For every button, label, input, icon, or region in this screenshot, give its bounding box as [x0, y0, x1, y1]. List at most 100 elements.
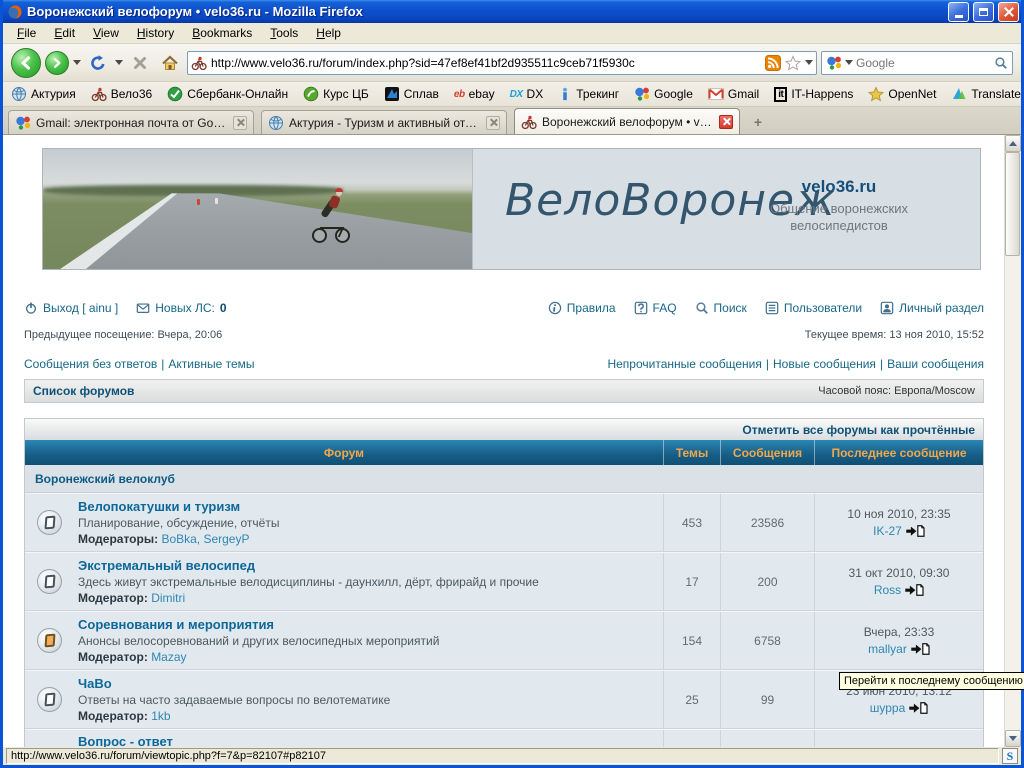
- active-topics-link[interactable]: Активные темы: [168, 357, 254, 371]
- last-post-date: 31 окт 2010, 09:30: [849, 565, 950, 582]
- unread-posts-link[interactable]: Непрочитанные сообщения: [607, 357, 761, 371]
- back-button[interactable]: [11, 48, 41, 78]
- members-link[interactable]: Пользователи: [765, 301, 862, 315]
- location-bar[interactable]: [187, 51, 817, 75]
- last-post-user-link[interactable]: IK-27: [873, 523, 902, 540]
- tab-close-button[interactable]: [233, 116, 247, 130]
- maximize-button[interactable]: [973, 2, 994, 22]
- forum-header-banner: ВелоВоронеж velo36.ru Общение воронежски…: [42, 148, 981, 270]
- last-post-user-link[interactable]: mallyar: [868, 641, 907, 658]
- forum-link[interactable]: Велопокатушки и туризм: [78, 499, 279, 515]
- tab-close-button[interactable]: [486, 116, 500, 130]
- category-link[interactable]: Воронежский велоклуб: [35, 472, 175, 486]
- bookmark-dx[interactable]: DXDX: [510, 87, 544, 101]
- stop-button[interactable]: [127, 50, 153, 76]
- forum-read-icon: [37, 687, 62, 712]
- goto-last-post-tooltip: Перейти к последнему сообщению: [839, 672, 1024, 690]
- bookmark-star-icon[interactable]: [785, 55, 801, 71]
- bookmark-ebay[interactable]: ebebay: [454, 87, 495, 101]
- scroll-up-button[interactable]: [1005, 135, 1021, 152]
- bookmark-kurs-cb[interactable]: Курс ЦБ: [303, 86, 369, 102]
- bookmark-treking[interactable]: Трекинг: [558, 87, 619, 101]
- goto-last-post-icon[interactable]: [909, 702, 928, 714]
- menu-edit[interactable]: Edit: [46, 24, 83, 42]
- goto-last-post-icon[interactable]: [911, 643, 930, 655]
- posts-count: 99: [720, 671, 814, 728]
- new-posts-link[interactable]: Новые сообщения: [773, 357, 876, 371]
- scroll-down-button[interactable]: [1005, 730, 1021, 747]
- tab-close-button[interactable]: [719, 115, 733, 129]
- scrollbar-thumb[interactable]: [1005, 152, 1020, 256]
- logout-link[interactable]: Выход [ ainu ]: [24, 301, 118, 315]
- bookmark-opennet[interactable]: OpenNet: [868, 86, 936, 102]
- tab-gmail[interactable]: Gmail: электронная почта от Google: [8, 110, 254, 134]
- scrollbar-track[interactable]: [1005, 152, 1021, 730]
- history-dropdown-arrow[interactable]: [73, 60, 81, 65]
- user-links-bar: Выход [ ainu ] Новых ЛС:0 Правила FAQ По…: [24, 301, 984, 315]
- moderator-link[interactable]: 1kb: [151, 709, 170, 723]
- forum-link[interactable]: Экстремальный велосипед: [78, 558, 539, 574]
- url-input[interactable]: [211, 56, 761, 70]
- menu-file[interactable]: File: [9, 24, 44, 42]
- bookmark-label: Translate.ru: [971, 87, 1021, 101]
- rss-icon[interactable]: [765, 55, 781, 71]
- unanswered-link[interactable]: Сообщения без ответов: [24, 357, 157, 371]
- engine-dropdown-arrow[interactable]: [845, 60, 853, 65]
- board-index-link[interactable]: Список форумов: [33, 384, 134, 398]
- timezone-text: Часовой пояс: Европа/Moscow: [818, 385, 975, 397]
- tab-akturia[interactable]: Актурия - Туризм и активный отдых: [261, 110, 507, 134]
- search-go-icon[interactable]: [994, 56, 1008, 70]
- rules-link[interactable]: Правила: [548, 301, 616, 315]
- last-post-user-link[interactable]: Ross: [874, 582, 901, 599]
- mark-forums-read-link[interactable]: Отметить все форумы как прочтённые: [742, 423, 975, 437]
- forum-table-header: Форум Темы Сообщения Последнее сообщение: [25, 440, 983, 465]
- bookmark-splav[interactable]: Сплав: [384, 86, 439, 102]
- close-button[interactable]: [998, 2, 1019, 22]
- vertical-scrollbar[interactable]: [1004, 135, 1021, 747]
- bookmark-it-happens[interactable]: itIT-Happens: [774, 87, 853, 102]
- your-posts-link[interactable]: Ваши сообщения: [887, 357, 984, 371]
- menu-history[interactable]: History: [129, 24, 182, 42]
- forum-link[interactable]: Соревнования и мероприятия: [78, 617, 439, 633]
- tab-veloforum-active[interactable]: Воронежский велофорум • velo...: [514, 108, 740, 134]
- forum-link[interactable]: ЧаВо: [78, 676, 390, 692]
- bookmark-sberbank[interactable]: Сбербанк-Онлайн: [167, 86, 288, 102]
- board-index-bar: Список форумов Часовой пояс: Европа/Mosc…: [24, 379, 984, 403]
- private-messages-link[interactable]: Новых ЛС:0: [136, 301, 226, 315]
- bookmark-akturia[interactable]: Актурия: [11, 86, 76, 102]
- url-dropdown-arrow[interactable]: [805, 60, 813, 65]
- bookmark-gmail[interactable]: Gmail: [708, 86, 759, 102]
- new-tab-button[interactable]: +: [747, 112, 769, 132]
- globe-icon: [11, 86, 27, 102]
- forward-button[interactable]: [45, 51, 69, 75]
- reload-dropdown-arrow[interactable]: [115, 60, 123, 65]
- search-input[interactable]: [856, 56, 991, 70]
- menu-view[interactable]: View: [85, 24, 127, 42]
- reload-button[interactable]: [85, 50, 111, 76]
- logout-icon: [24, 301, 38, 315]
- extension-badge[interactable]: S: [1002, 748, 1018, 764]
- moderator-link[interactable]: Dimitri: [151, 591, 185, 605]
- menu-bookmarks[interactable]: Bookmarks: [184, 24, 260, 42]
- last-post-user-link[interactable]: шурра: [870, 700, 906, 717]
- home-button[interactable]: [157, 50, 183, 76]
- search-link[interactable]: Поиск: [695, 301, 747, 315]
- bookmark-translate[interactable]: Translate.ru: [951, 86, 1021, 102]
- ucp-link[interactable]: Личный раздел: [880, 301, 984, 315]
- forum-link[interactable]: Вопрос - ответ: [78, 734, 173, 747]
- faq-link[interactable]: FAQ: [634, 301, 677, 315]
- google-icon: [15, 115, 31, 131]
- mark-read-bar: Отметить все форумы как прочтённые: [25, 418, 983, 440]
- minimize-button[interactable]: [948, 2, 969, 22]
- goto-last-post-icon[interactable]: [906, 525, 925, 537]
- bookmark-label: Курс ЦБ: [323, 87, 369, 101]
- menu-help[interactable]: Help: [308, 24, 349, 42]
- moderator-link[interactable]: BoBka, SergeyP: [161, 532, 249, 546]
- forum-row-unread: Соревнования и мероприятия Анонсы велосо…: [25, 611, 983, 670]
- menu-tools[interactable]: Tools: [262, 24, 306, 42]
- bookmark-velo36[interactable]: Вело36: [91, 86, 152, 102]
- moderator-link[interactable]: Mazay: [151, 650, 186, 664]
- goto-last-post-icon[interactable]: [905, 584, 924, 596]
- search-bar[interactable]: [821, 51, 1013, 75]
- bookmark-google[interactable]: Google: [634, 86, 693, 102]
